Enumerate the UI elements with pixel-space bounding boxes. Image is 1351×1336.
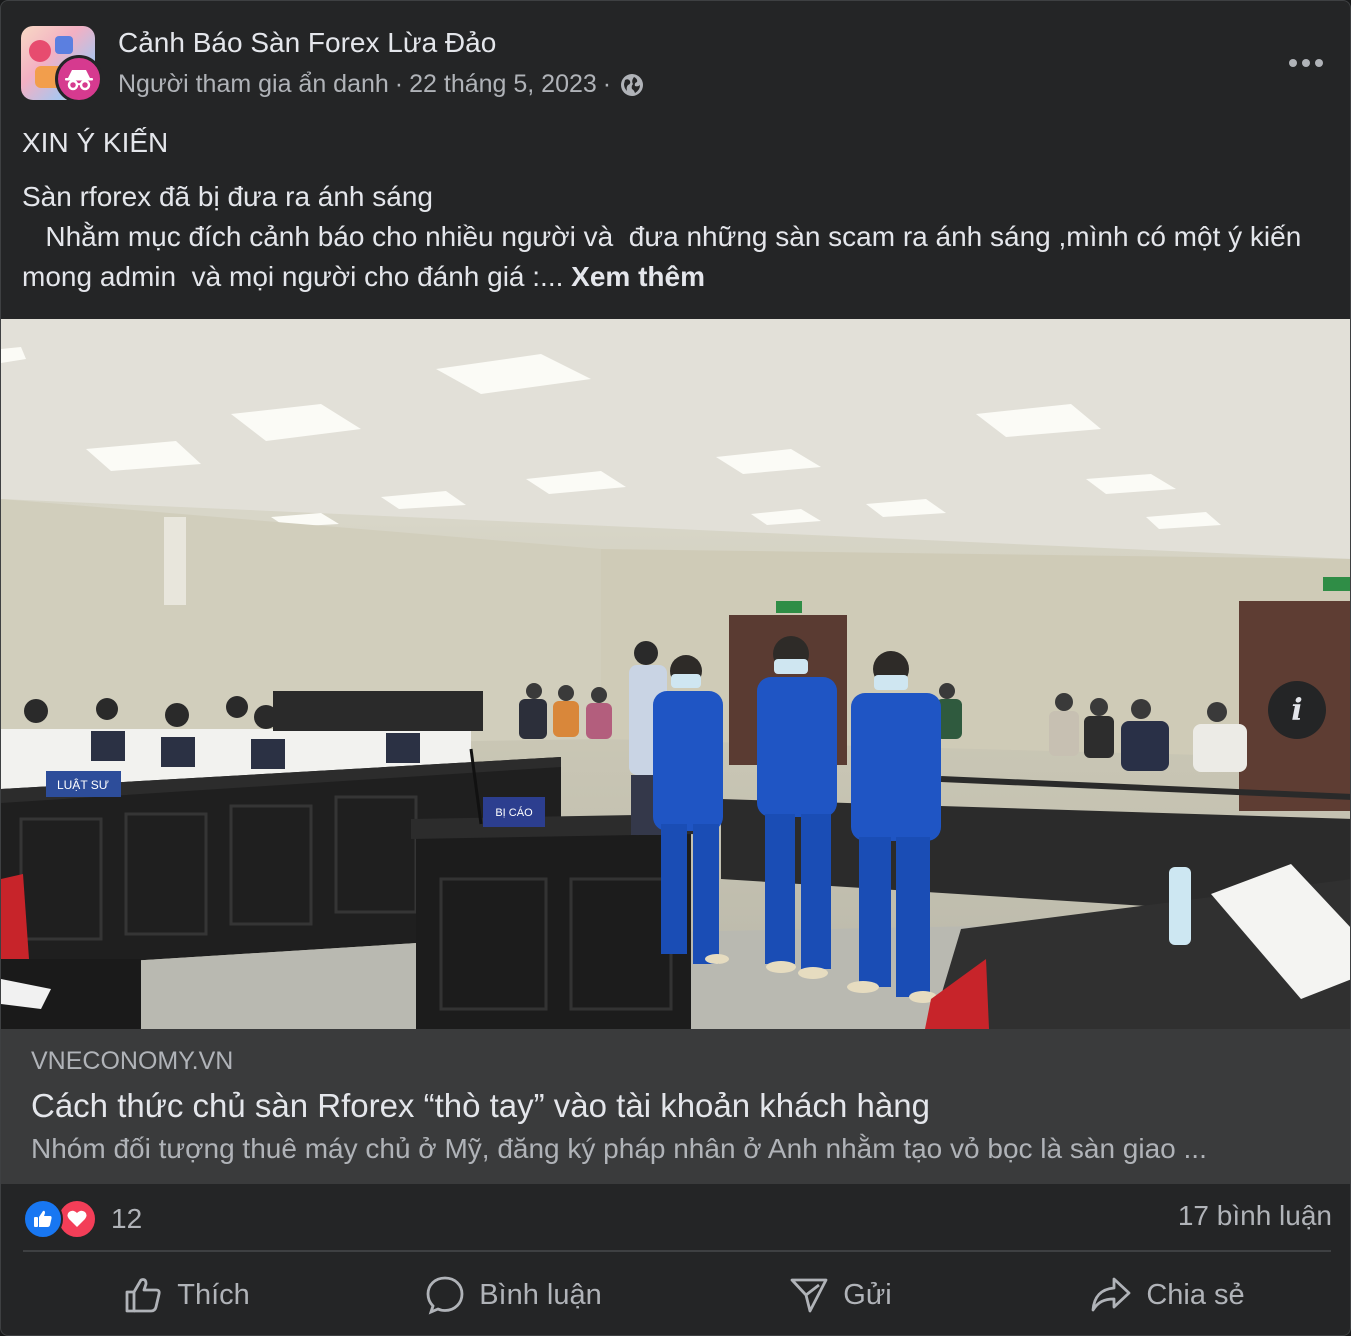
link-domain: VNECONOMY.VN bbox=[31, 1047, 234, 1075]
group-name-link[interactable]: Cảnh Báo Sàn Forex Lừa Đảo bbox=[118, 27, 496, 59]
defendant-sign: BỊ CÁO bbox=[495, 806, 533, 819]
like-reaction-icon bbox=[23, 1199, 63, 1239]
share-button[interactable]: Chia sẻ bbox=[1004, 1259, 1331, 1331]
reaction-count: 12 bbox=[111, 1203, 143, 1234]
comment-icon bbox=[426, 1276, 464, 1315]
info-icon: i bbox=[1291, 692, 1303, 728]
post-date[interactable]: 22 tháng 5, 2023 bbox=[409, 70, 597, 99]
lawyer-sign: LUẬT SƯ bbox=[57, 777, 109, 792]
like-button[interactable]: Thích bbox=[23, 1259, 350, 1331]
link-preview-image[interactable]: LUẬT SƯ BỊ CÁO bbox=[1, 319, 1350, 1029]
send-button[interactable]: Gửi bbox=[677, 1259, 1004, 1331]
see-more-link[interactable]: Xem thêm bbox=[571, 261, 705, 292]
link-title[interactable]: Cách thức chủ sàn Rforex “thò tay” vào t… bbox=[31, 1087, 930, 1125]
send-label: Gửi bbox=[843, 1278, 892, 1311]
post-meta: Người tham gia ẩn danh · 22 tháng 5, 202… bbox=[118, 70, 645, 99]
share-label: Chia sẻ bbox=[1146, 1278, 1245, 1311]
post-body-line: Nhằm mục đích cảnh báo cho nhiều người v… bbox=[22, 221, 1310, 292]
incognito-icon bbox=[65, 70, 93, 91]
post-header: Cảnh Báo Sàn Forex Lừa Đảo Người tham gi… bbox=[21, 23, 1331, 103]
comment-button[interactable]: Bình luận bbox=[350, 1259, 677, 1331]
comment-count-link[interactable]: 17 bình luận bbox=[1178, 1200, 1332, 1232]
link-preview[interactable]: VNECONOMY.VN Cách thức chủ sàn Rforex “t… bbox=[1, 1029, 1350, 1184]
like-label: Thích bbox=[177, 1278, 250, 1311]
info-button[interactable]: i bbox=[1268, 681, 1326, 739]
comment-label: Bình luận bbox=[479, 1278, 602, 1311]
link-description: Nhóm đối tượng thuê máy chủ ở Mỹ, đăng k… bbox=[31, 1133, 1207, 1164]
meta-separator: · bbox=[602, 70, 612, 98]
globe-icon bbox=[619, 72, 645, 98]
post-text: XIN Ý KIẾN Sàn rforex đã bị đưa ra ánh s… bbox=[22, 123, 1332, 297]
divider bbox=[23, 1250, 1331, 1252]
love-reaction-icon bbox=[57, 1199, 97, 1239]
meta-separator: · bbox=[394, 70, 404, 98]
action-bar: Thích Bình luận Gửi Chia sẻ bbox=[23, 1259, 1331, 1331]
post-title: XIN Ý KIẾN bbox=[22, 127, 169, 158]
send-icon bbox=[790, 1278, 828, 1313]
post-body-line: Sàn rforex đã bị đưa ra ánh sáng bbox=[22, 181, 434, 212]
post-card: Cảnh Báo Sàn Forex Lừa Đảo Người tham gi… bbox=[0, 0, 1351, 1336]
more-options-button[interactable] bbox=[1281, 43, 1331, 83]
courtroom-photo: LUẬT SƯ BỊ CÁO bbox=[1, 319, 1350, 1029]
post-body: Sàn rforex đã bị đưa ra ánh sáng Nhằm mụ… bbox=[22, 177, 1332, 297]
author-name[interactable]: Người tham gia ẩn danh bbox=[118, 70, 389, 99]
anonymous-avatar[interactable] bbox=[55, 55, 103, 103]
thumbs-up-icon bbox=[125, 1278, 161, 1313]
reaction-summary[interactable]: 12 bbox=[23, 1197, 142, 1241]
more-icon bbox=[1289, 59, 1323, 67]
share-icon bbox=[1091, 1277, 1131, 1312]
